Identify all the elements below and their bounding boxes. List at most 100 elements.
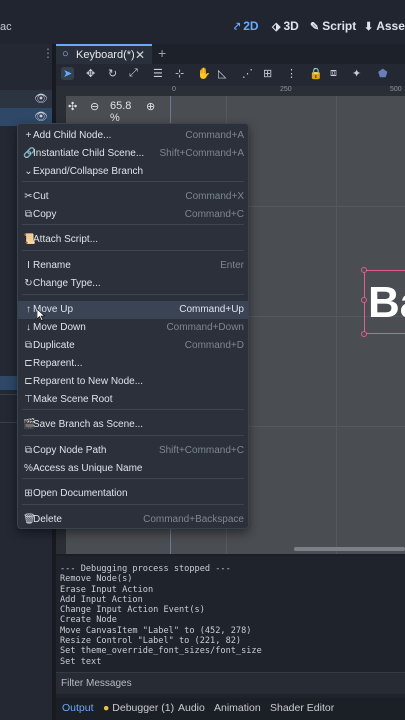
menu-item-shortcut: Command+C — [184, 209, 244, 220]
bone-icon[interactable]: ✦ — [352, 67, 361, 80]
scene-tree-row-selected[interactable] — [0, 376, 18, 390]
smart-snap-icon[interactable]: ⋰ — [242, 67, 253, 80]
menu-item-add-child-node[interactable]: + Add Child Node... Command+A — [18, 127, 248, 145]
log-line: Move CanvasItem "Label" to (452, 278) — [60, 625, 252, 636]
resize-handle[interactable] — [361, 267, 367, 273]
select-tool-icon[interactable]: ➤ — [61, 67, 75, 80]
workspace-3d-button[interactable]: ⬗ 3D — [272, 19, 299, 33]
menu-item-cut[interactable]: ✂ Cut Command+X — [18, 188, 248, 206]
menu-item-expand-collapse-branch[interactable]: ⌄ Expand/Collapse Branch — [18, 163, 248, 181]
menu-item-save-branch-as-scene[interactable]: 🎬 Save Branch as Scene... — [18, 416, 248, 434]
skeleton-icon[interactable]: ⬟ — [378, 67, 388, 80]
ruler-tool-icon[interactable]: ◺ — [218, 67, 226, 80]
tab-shader-editor[interactable]: Shader Editor — [270, 702, 334, 714]
menu-item-access-as-unique-name[interactable]: % Access as Unique Name — [18, 460, 248, 478]
menu-separator — [22, 250, 244, 251]
menu-item-instantiate-child-scene[interactable]: 🔗 Instantiate Child Scene... Shift+Command… — [18, 145, 248, 163]
menu-item-make-scene-root[interactable]: ⊤ Make Scene Root — [18, 391, 248, 409]
output-log: --- Debugging process stopped --- Remove … — [60, 564, 262, 667]
visibility-eye-icon[interactable]: 👁 — [34, 110, 48, 123]
tab-output[interactable]: Output — [62, 702, 94, 714]
menu-separator — [22, 435, 244, 436]
scene-node-icon: ○ — [62, 48, 69, 60]
workspace-asset-button[interactable]: ⬇Asset — [364, 19, 405, 33]
zoom-level[interactable]: 65.8 % — [110, 100, 131, 124]
resize-handle[interactable] — [361, 297, 367, 303]
menu-item-label: Copy Node Path — [33, 445, 107, 456]
menu-item-copy-node-path[interactable]: ⧉ Copy Node Path Shift+Command+C — [18, 442, 248, 460]
rotate-tool-icon[interactable]: ↻ — [108, 67, 117, 80]
tab-debugger[interactable]: ● Debugger (1) — [103, 702, 174, 714]
log-line: Erase Input Action — [60, 584, 154, 595]
menu-item-duplicate[interactable]: ⧉ Duplicate Command+D — [18, 337, 248, 355]
menu-item-label: Open Documentation — [33, 488, 128, 499]
menu-separator — [22, 181, 244, 182]
snap-options-icon[interactable]: ⋮ — [286, 67, 297, 80]
label-node-text[interactable]: Ba — [368, 278, 405, 328]
menu-item-delete[interactable]: 🗑 Delete Command+Backspace — [18, 511, 248, 529]
menu-item-attach-script[interactable]: 📜 Attach Script... — [18, 231, 248, 249]
menu-item-shortcut: Command+Up — [179, 304, 244, 315]
asset-icon: ⬇ — [364, 21, 374, 33]
scene-tab-bar: ○ Keyboard(*) ✕ + — [56, 44, 405, 64]
tab-keyboard[interactable]: ○ Keyboard(*) ✕ — [56, 44, 152, 64]
log-line: Set text — [60, 656, 102, 667]
menu-item-reparent-to-new-node[interactable]: ⊏ Reparent to New Node... — [18, 373, 248, 391]
menu-item-label: Reparent... — [33, 358, 83, 369]
log-line: Remove Node(s) — [60, 574, 133, 585]
app-title-fragment: ac — [0, 21, 12, 33]
scale-tool-icon[interactable]: ⤢ — [129, 67, 138, 80]
tab-audio[interactable]: Audio — [178, 702, 205, 714]
lock-icon[interactable]: 🔒 — [309, 67, 323, 80]
zoom-in-icon[interactable]: ⊕ — [146, 100, 155, 113]
add-tab-icon[interactable]: + — [158, 45, 166, 61]
menu-item-label: Change Type... — [33, 278, 101, 289]
menu-item-shortcut: Enter — [220, 260, 244, 271]
visibility-eye-icon[interactable]: 👁 — [34, 92, 48, 105]
tab-animation[interactable]: Animation — [214, 702, 261, 714]
workspace-2d-button[interactable]: ⤤ 2D — [234, 19, 259, 34]
close-icon[interactable]: ✕ — [135, 48, 145, 62]
menu-item-label: Rename — [33, 260, 71, 271]
menu-item-label: Expand/Collapse Branch — [33, 166, 144, 177]
output-panel: --- Debugging process stopped --- Remove … — [56, 556, 405, 698]
ruler-number: 0 — [172, 86, 176, 93]
menu-item-label: Attach Script... — [33, 234, 99, 245]
bottom-tab-bar: Output ● Debugger (1) Audio Animation Sh… — [56, 698, 405, 720]
menu-item-label: Instantiate Child Scene... — [33, 148, 145, 159]
tab-label: Keyboard(*) — [76, 49, 135, 61]
top-bar: ac ⤤2D ⬗3D ✎Script ⬇Asset — [0, 0, 405, 44]
menu-item-open-documentation[interactable]: ⊞ Open Documentation — [18, 485, 248, 503]
menu-item-shortcut: Command+Backspace — [143, 514, 244, 525]
log-line: Change Input Action Event(s) — [60, 605, 205, 616]
menu-item-rename[interactable]: I Rename Enter — [18, 257, 248, 275]
list-tool-icon[interactable]: ☰ — [153, 67, 163, 80]
pivot-tool-icon[interactable]: ⊹ — [175, 67, 184, 80]
workspace-script-button[interactable]: ✎ Script — [310, 19, 356, 33]
horizontal-scrollbar[interactable] — [294, 547, 405, 551]
group-icon[interactable]: ⧈ — [330, 67, 337, 80]
ruler-number: 250 — [280, 86, 292, 93]
center-view-icon[interactable]: ✣ — [68, 100, 77, 113]
grid-snap-icon[interactable]: ⊞ — [263, 67, 272, 80]
scene-tree-row[interactable]: 👁 — [0, 90, 52, 108]
log-line: Create Node — [60, 615, 117, 626]
menu-item-move-down[interactable]: ↓ Move Down Command+Down — [18, 319, 248, 337]
menu-item-move-up[interactable]: ↑ Move Up Command+Up — [18, 301, 248, 319]
menu-separator — [22, 294, 244, 295]
menu-item-change-type[interactable]: ↻ Change Type... — [18, 275, 248, 293]
menu-item-copy[interactable]: ⧉ Copy Command+C — [18, 206, 248, 224]
log-line: Add Input Action — [60, 594, 143, 605]
filter-messages-input[interactable]: Filter Messages — [56, 672, 405, 694]
zoom-out-icon[interactable]: ⊖ — [90, 100, 99, 113]
menu-item-label: Move Down — [33, 322, 86, 333]
menu-separator — [22, 478, 244, 479]
pan-tool-icon[interactable]: ✋ — [197, 67, 211, 80]
menu-item-label: Copy — [33, 209, 57, 220]
menu-item-reparent[interactable]: ⊏ Reparent... — [18, 355, 248, 373]
move-tool-icon[interactable]: ✥ — [86, 67, 95, 80]
mouse-cursor-icon — [37, 309, 45, 321]
menu-item-label: Delete — [33, 514, 62, 525]
menu-item-label: Cut — [33, 191, 49, 202]
resize-handle[interactable] — [361, 331, 367, 337]
